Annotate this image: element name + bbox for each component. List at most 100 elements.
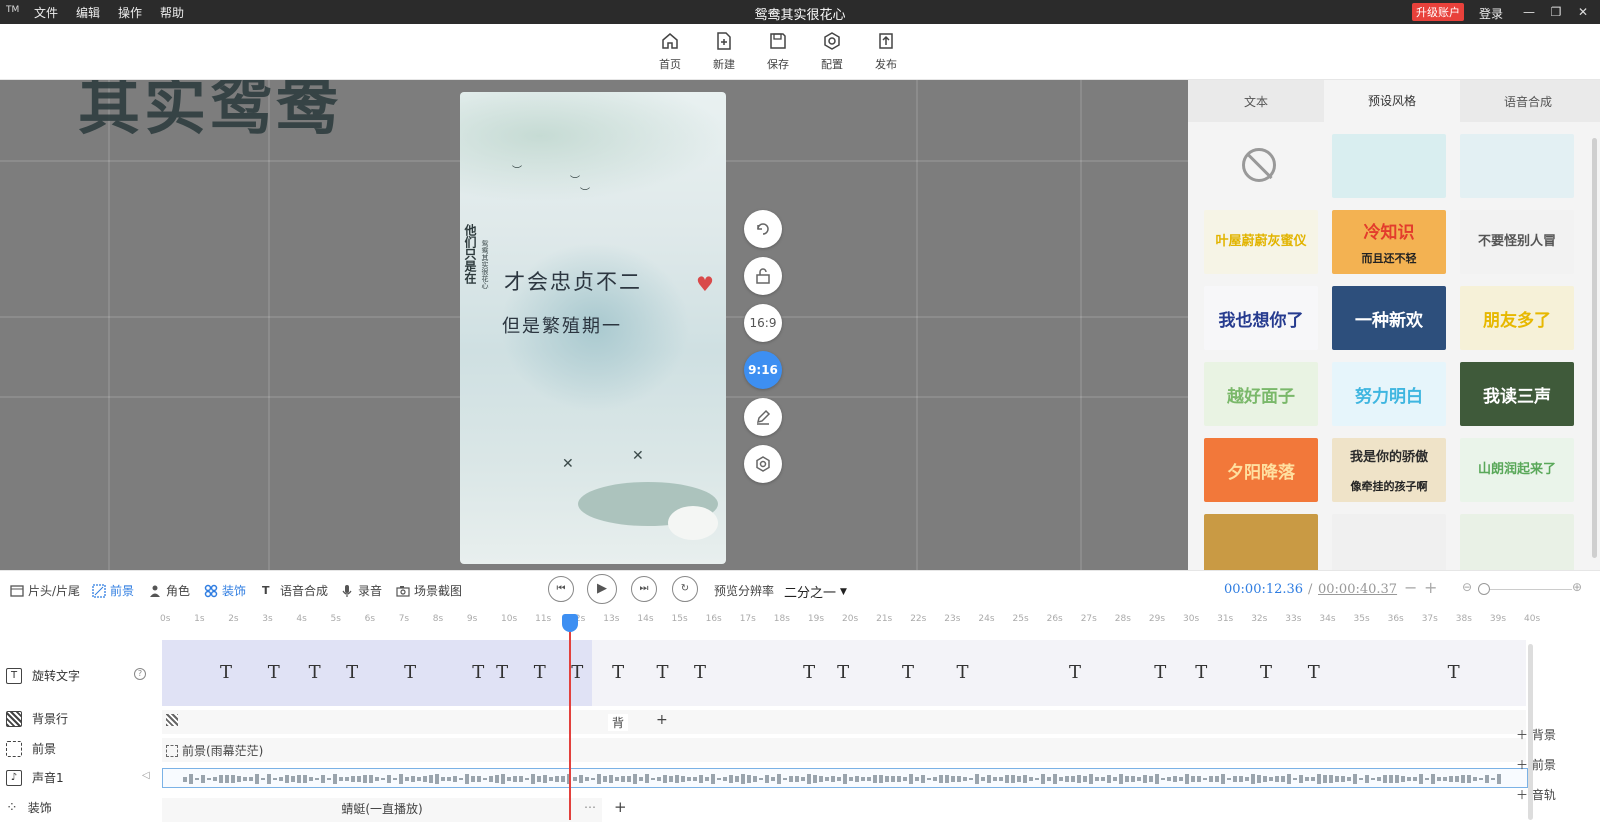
playhead-handle[interactable] [562, 614, 578, 632]
text-clip-marker[interactable]: T [612, 662, 624, 683]
close-icon[interactable]: ✕ [1574, 3, 1592, 21]
style-thumbnail[interactable]: 一种新欢 [1332, 286, 1446, 350]
text-clip-marker[interactable]: T [1448, 662, 1460, 683]
text-clip-marker[interactable]: T [1154, 662, 1166, 683]
character-button[interactable]: 角色 [148, 582, 190, 599]
target-button[interactable] [744, 445, 782, 483]
style-thumbnail[interactable]: 夕阳降落 [1204, 438, 1318, 502]
style-thumbnail[interactable]: 我读三声 [1460, 362, 1574, 426]
menu-edit[interactable]: 编辑 [76, 4, 100, 21]
text-clip-marker[interactable]: T [268, 662, 280, 683]
tts-button[interactable]: T 语音合成 [262, 582, 328, 599]
poster-line-1[interactable]: 才会忠贞不二 [504, 266, 642, 296]
zoom-in-icon[interactable]: ⊕ [1572, 580, 1582, 594]
zoom-slider-track[interactable] [1482, 589, 1572, 590]
text-clip-marker[interactable]: T [1308, 662, 1320, 683]
background-clip[interactable]: 背 [608, 714, 629, 731]
text-clip-marker[interactable]: T [571, 662, 583, 683]
video-poster[interactable]: ︶ ︶ ︶ 他们只是在 鸳鸯其实很花心 才会忠贞不二 ♥ 但是繁殖期一 ✕ ✕ [460, 92, 726, 564]
menu-help[interactable]: 帮助 [160, 4, 184, 21]
settings-button[interactable]: 配置 [810, 30, 854, 72]
background-track[interactable]: 背 + [162, 710, 1526, 734]
lock-button[interactable] [744, 257, 782, 295]
tab-preset-style[interactable]: 预设风格 [1324, 80, 1460, 122]
new-button[interactable]: 新建 [702, 30, 746, 72]
publish-button[interactable]: 发布 [864, 30, 908, 72]
style-thumbnail[interactable]: 努力明白 [1332, 362, 1446, 426]
save-button[interactable]: 保存 [756, 30, 800, 72]
restore-icon[interactable]: ❐ [1547, 3, 1565, 21]
tab-tts[interactable]: 语音合成 [1460, 93, 1596, 110]
style-thumbnail[interactable]: 冷知识 而且还不轻 [1332, 210, 1446, 274]
play-icon[interactable]: ▶ [587, 574, 617, 604]
ratio-9-16-button[interactable]: 9:16 [744, 351, 782, 389]
replay-icon[interactable]: ↻ [672, 576, 698, 602]
decoration-track[interactable]: 蜻蜓(一直播放) ⋯ + [162, 798, 1526, 822]
text-clip-marker[interactable]: T [346, 662, 358, 683]
foreground-button[interactable]: 前景 [92, 582, 134, 599]
text-clip-marker[interactable]: T [694, 662, 706, 683]
style-thumbnail[interactable]: 山朗润起来了 [1460, 438, 1574, 502]
timeline-scrollbar[interactable] [1528, 644, 1533, 820]
no-style-thumbnail[interactable] [1204, 134, 1318, 198]
login-button[interactable]: 登录 [1479, 5, 1503, 22]
preview-resolution-select[interactable]: 二分之一 ▼ [784, 582, 847, 601]
text-clip-marker[interactable]: T [902, 662, 914, 683]
text-clip-marker[interactable]: T [309, 662, 321, 683]
text-clip-marker[interactable]: T [534, 662, 546, 683]
menu-operate[interactable]: 操作 [118, 4, 142, 21]
panel-scrollbar[interactable] [1592, 138, 1597, 558]
foreground-clip[interactable]: 前景(雨幕茫茫) [166, 742, 263, 759]
text-clip-marker[interactable]: T [472, 662, 484, 683]
tab-text[interactable]: 文本 [1188, 93, 1324, 110]
style-thumbnail[interactable]: 越好面子 [1204, 362, 1318, 426]
text-clip-marker[interactable]: T [1260, 662, 1272, 683]
help-icon[interactable]: ? [134, 668, 146, 680]
foreground-track[interactable]: 前景(雨幕茫茫) [162, 738, 1526, 762]
intro-outro-button[interactable]: 片头/片尾 [10, 582, 80, 599]
volume-icon[interactable]: ◁ [142, 770, 150, 781]
skip-back-icon[interactable]: ⏮ [548, 576, 574, 602]
text-clip-marker[interactable]: T [1069, 662, 1081, 683]
add-clip-icon[interactable]: + [656, 712, 668, 728]
zoom-out-icon[interactable]: ⊖ [1462, 580, 1472, 594]
text-clip-marker[interactable]: T [404, 662, 416, 683]
add-audio-track-button[interactable]: ＋ 音轨 [1516, 786, 1556, 803]
style-thumbnail[interactable]: 叶屋蔚蔚灰蜜仪 [1204, 210, 1318, 274]
audio-waveform-track[interactable] [162, 768, 1528, 788]
rotate-button[interactable] [744, 210, 782, 248]
screenshot-button[interactable]: 场景截图 [396, 582, 462, 599]
add-foreground-button[interactable]: ＋ 前景 [1516, 756, 1556, 773]
minimize-icon[interactable]: — [1520, 3, 1538, 21]
more-icon[interactable]: ⋯ [584, 800, 596, 814]
style-thumbnail[interactable] [1332, 514, 1446, 578]
add-background-button[interactable]: ＋ 背景 [1516, 726, 1556, 743]
timeline-ruler[interactable]: 0s1s2s3s4s5s6s7s8s9s10s11s12s13s14s15s16… [160, 614, 1540, 634]
zoom-slider-handle[interactable] [1478, 583, 1490, 595]
style-thumbnail[interactable] [1460, 134, 1574, 198]
upgrade-account-button[interactable]: 升级账户 [1412, 3, 1464, 21]
playhead[interactable] [562, 614, 578, 820]
decoration-clip[interactable]: 蜻蜓(一直播放) [162, 798, 602, 822]
minus-icon[interactable]: − [1404, 578, 1417, 597]
edit-button[interactable] [744, 398, 782, 436]
style-thumbnail[interactable] [1332, 134, 1446, 198]
decoration-button[interactable]: 装饰 [204, 582, 246, 599]
text-clip-marker[interactable]: T [837, 662, 849, 683]
ratio-16-9-button[interactable]: 16:9 [744, 304, 782, 342]
style-thumbnail[interactable]: 我是你的骄傲 像牵挂的孩子啊 [1332, 438, 1446, 502]
add-clip-icon[interactable]: + [614, 798, 627, 816]
text-clip-marker[interactable]: T [803, 662, 815, 683]
record-button[interactable]: 录音 [340, 582, 382, 599]
home-button[interactable]: 首页 [648, 30, 692, 72]
style-thumbnail[interactable]: 朋友多了 [1460, 286, 1574, 350]
style-thumbnail[interactable] [1460, 514, 1574, 578]
poster-line-2[interactable]: 但是繁殖期一 [502, 312, 622, 338]
style-thumbnail[interactable] [1204, 514, 1318, 578]
style-thumbnail[interactable]: 不要怪别人冒 [1460, 210, 1574, 274]
preview-canvas[interactable]: 其实鸳鸯 ︶ ︶ ︶ 他们只是在 鸳鸯其实很花心 才会忠贞不二 ♥ 但是繁殖期一… [0, 80, 1188, 570]
plus-icon[interactable]: + [1424, 578, 1437, 597]
skip-forward-icon[interactable]: ⏭ [631, 576, 657, 602]
text-clip-marker[interactable]: T [957, 662, 969, 683]
menu-file[interactable]: 文件 [34, 4, 58, 21]
